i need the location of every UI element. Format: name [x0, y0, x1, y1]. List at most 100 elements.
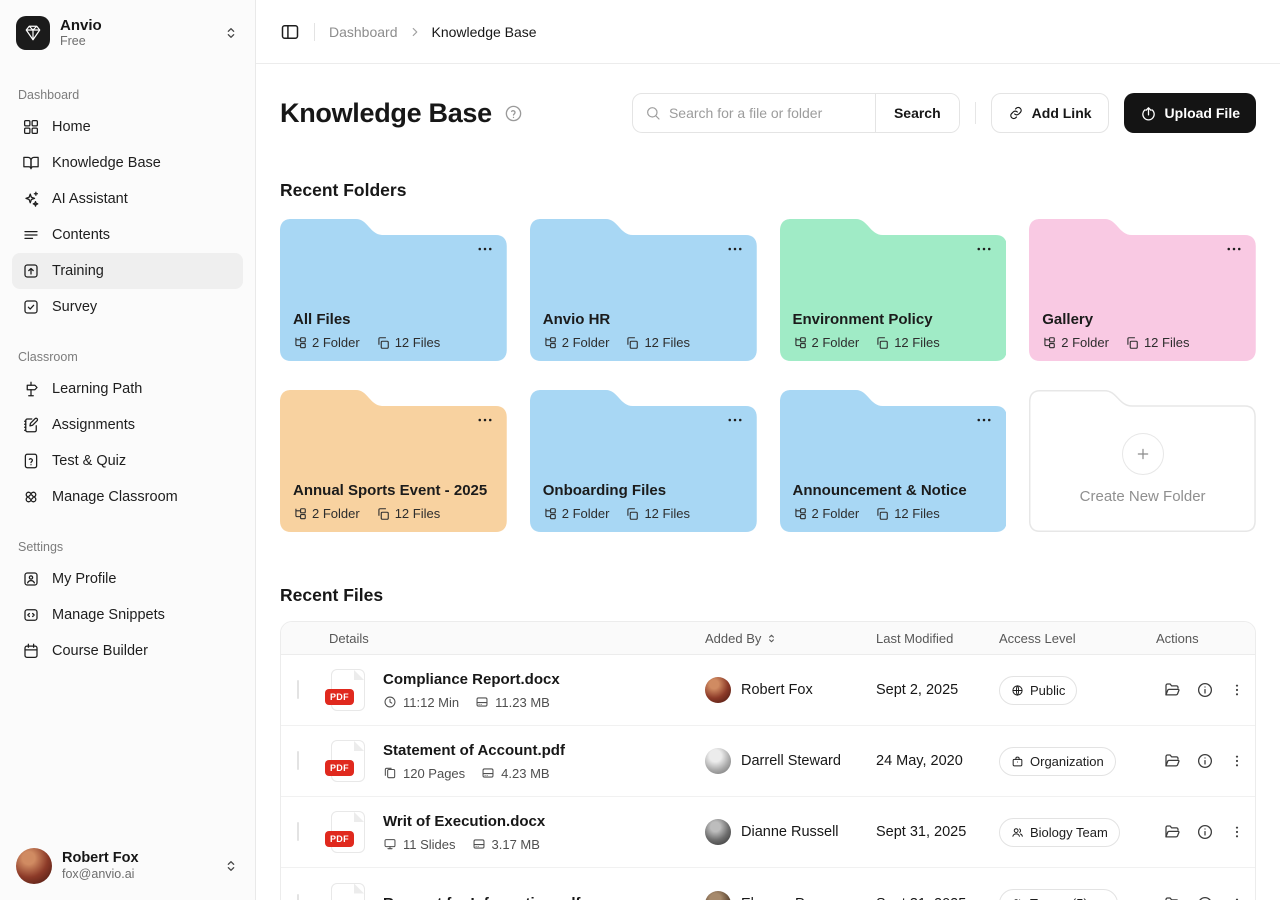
folder-card-all-files[interactable]: All Files 2 Folder 12 Files	[280, 214, 507, 361]
file-row-writ-of-execution[interactable]: PDF Writ of Execution.docx 11 Slides 3.1…	[281, 797, 1255, 868]
signpost-icon	[22, 380, 40, 398]
breadcrumb-parent[interactable]: Dashboard	[329, 24, 398, 40]
plus-icon	[1122, 433, 1164, 475]
file-row-compliance-report[interactable]: PDF Compliance Report.docx 11:12 Min 11.…	[281, 655, 1255, 726]
file-count: 12 Files	[1144, 335, 1190, 350]
info-icon[interactable]	[1196, 752, 1214, 770]
files-copy-icon	[376, 507, 390, 521]
row-checkbox[interactable]	[297, 680, 299, 699]
folder-count: 2 Folder	[312, 506, 360, 521]
search-input[interactable]	[669, 105, 863, 121]
pdf-badge: PDF	[325, 689, 354, 705]
clock-icon	[383, 695, 397, 709]
sort-icon	[765, 632, 778, 645]
link-icon	[1008, 105, 1024, 121]
sidebar-item-ai-assistant[interactable]: AI Assistant	[12, 181, 243, 217]
kebab-menu-icon[interactable]	[1229, 682, 1245, 698]
folder-menu-icon[interactable]	[975, 411, 993, 429]
sidebar-item-contents[interactable]: Contents	[12, 217, 243, 253]
sidebar-toggle-button[interactable]	[280, 22, 300, 42]
folder-card-anvio-hr[interactable]: Anvio HR 2 Folder 12 Files	[530, 214, 757, 361]
workspace-plan: Free	[60, 34, 102, 49]
upload-file-button[interactable]: Upload File	[1124, 93, 1256, 133]
kebab-menu-icon[interactable]	[1229, 753, 1245, 769]
create-new-folder-card[interactable]: Create New Folder	[1029, 385, 1256, 532]
pdf-badge: PDF	[325, 831, 354, 847]
added-by-name: Eleanor Pena	[741, 896, 829, 900]
file-size: 3.17 MB	[492, 837, 540, 852]
organization-icon	[1011, 755, 1024, 768]
folder-card-onboarding-files[interactable]: Onboarding Files 2 Folder 12 Files	[530, 385, 757, 532]
row-checkbox[interactable]	[297, 751, 299, 770]
sidebar-item-home[interactable]: Home	[12, 109, 243, 145]
folder-menu-icon[interactable]	[476, 240, 494, 258]
file-count: 12 Files	[395, 335, 441, 350]
workspace-switcher[interactable]: Anvio Free	[12, 14, 243, 52]
files-copy-icon	[875, 336, 889, 350]
access-badge-public: Public	[999, 676, 1077, 705]
row-checkbox[interactable]	[297, 894, 299, 900]
sidebar-item-learning-path[interactable]: Learning Path	[12, 371, 243, 407]
folder-menu-icon[interactable]	[726, 411, 744, 429]
info-icon[interactable]	[1196, 681, 1214, 699]
kebab-menu-icon[interactable]	[1229, 824, 1245, 840]
sidebar-item-assignments[interactable]: Assignments	[12, 407, 243, 443]
content: Knowledge Base Search	[256, 64, 1280, 900]
sidebar-item-survey[interactable]: Survey	[12, 289, 243, 325]
user-avatar	[16, 848, 52, 884]
kebab-menu-icon[interactable]	[1229, 896, 1245, 900]
access-label: Public	[1030, 683, 1065, 698]
file-row-statement-of-account[interactable]: PDF Statement of Account.pdf 120 Pages 4…	[281, 726, 1255, 797]
info-icon[interactable]	[1196, 823, 1214, 841]
sidebar-item-manage-classroom[interactable]: Manage Classroom	[12, 479, 243, 515]
folder-menu-icon[interactable]	[975, 240, 993, 258]
file-size: 11.23 MB	[495, 695, 550, 710]
main-area: Dashboard Knowledge Base Knowledge Base	[256, 0, 1280, 900]
search-group: Search	[632, 93, 960, 133]
sidebar-item-course-builder[interactable]: Course Builder	[12, 633, 243, 669]
info-icon[interactable]	[1196, 895, 1214, 900]
column-added-by[interactable]: Added By	[705, 631, 876, 646]
file-row-request-for-information[interactable]: PDF Request for Information.pdf Eleanor …	[281, 868, 1255, 900]
search-button[interactable]: Search	[875, 94, 959, 132]
last-modified-date: Sept 2, 2025	[876, 682, 999, 698]
file-name: Writ of Execution.docx	[383, 813, 545, 830]
folder-count: 2 Folder	[562, 506, 610, 521]
sidebar-item-manage-snippets[interactable]: Manage Snippets	[12, 597, 243, 633]
sidebar: Anvio Free Dashboard Home Knowledge Base…	[0, 0, 256, 900]
pdf-badge: PDF	[325, 760, 354, 776]
folder-menu-icon[interactable]	[726, 240, 744, 258]
folder-card-gallery[interactable]: Gallery 2 Folder 12 Files	[1029, 214, 1256, 361]
move-to-folder-icon[interactable]	[1163, 823, 1181, 841]
last-modified-date: 24 May, 2020	[876, 753, 999, 769]
sidebar-item-knowledge-base[interactable]: Knowledge Base	[12, 145, 243, 181]
move-to-folder-icon[interactable]	[1163, 681, 1181, 699]
sidebar-item-training[interactable]: Training	[12, 253, 243, 289]
user-menu[interactable]: Robert Fox fox@anvio.ai	[12, 844, 243, 884]
column-last-modified: Last Modified	[876, 631, 999, 646]
folder-card-announcement-notice[interactable]: Announcement & Notice 2 Folder 12 Files	[780, 385, 1007, 532]
column-details: Details	[329, 631, 705, 646]
access-badge-teams[interactable]: Teams (5)	[999, 889, 1118, 900]
sidebar-item-my-profile[interactable]: My Profile	[12, 561, 243, 597]
folder-card-annual-sports-event[interactable]: Annual Sports Event - 2025 2 Folder 12 F…	[280, 385, 507, 532]
folder-card-environment-policy[interactable]: Environment Policy 2 Folder 12 Files	[780, 214, 1007, 361]
slides-monitor-icon	[383, 837, 397, 851]
row-checkbox[interactable]	[297, 822, 299, 841]
sidebar-item-test-quiz[interactable]: Test & Quiz	[12, 443, 243, 479]
help-icon[interactable]	[504, 104, 523, 123]
move-to-folder-icon[interactable]	[1163, 752, 1181, 770]
sidebar-item-label: Course Builder	[52, 643, 148, 659]
file-count: 12 Files	[395, 506, 441, 521]
folder-name: Onboarding Files	[543, 482, 666, 499]
folder-name: Announcement & Notice	[793, 482, 967, 499]
add-link-button[interactable]: Add Link	[991, 93, 1109, 133]
file-count: 12 Files	[644, 506, 690, 521]
sidebar-item-label: Survey	[52, 299, 97, 315]
move-to-folder-icon[interactable]	[1163, 895, 1181, 900]
calendar-icon	[22, 642, 40, 660]
folder-count: 2 Folder	[562, 335, 610, 350]
folder-menu-icon[interactable]	[476, 411, 494, 429]
profile-card-icon	[22, 570, 40, 588]
folder-menu-icon[interactable]	[1225, 240, 1243, 258]
